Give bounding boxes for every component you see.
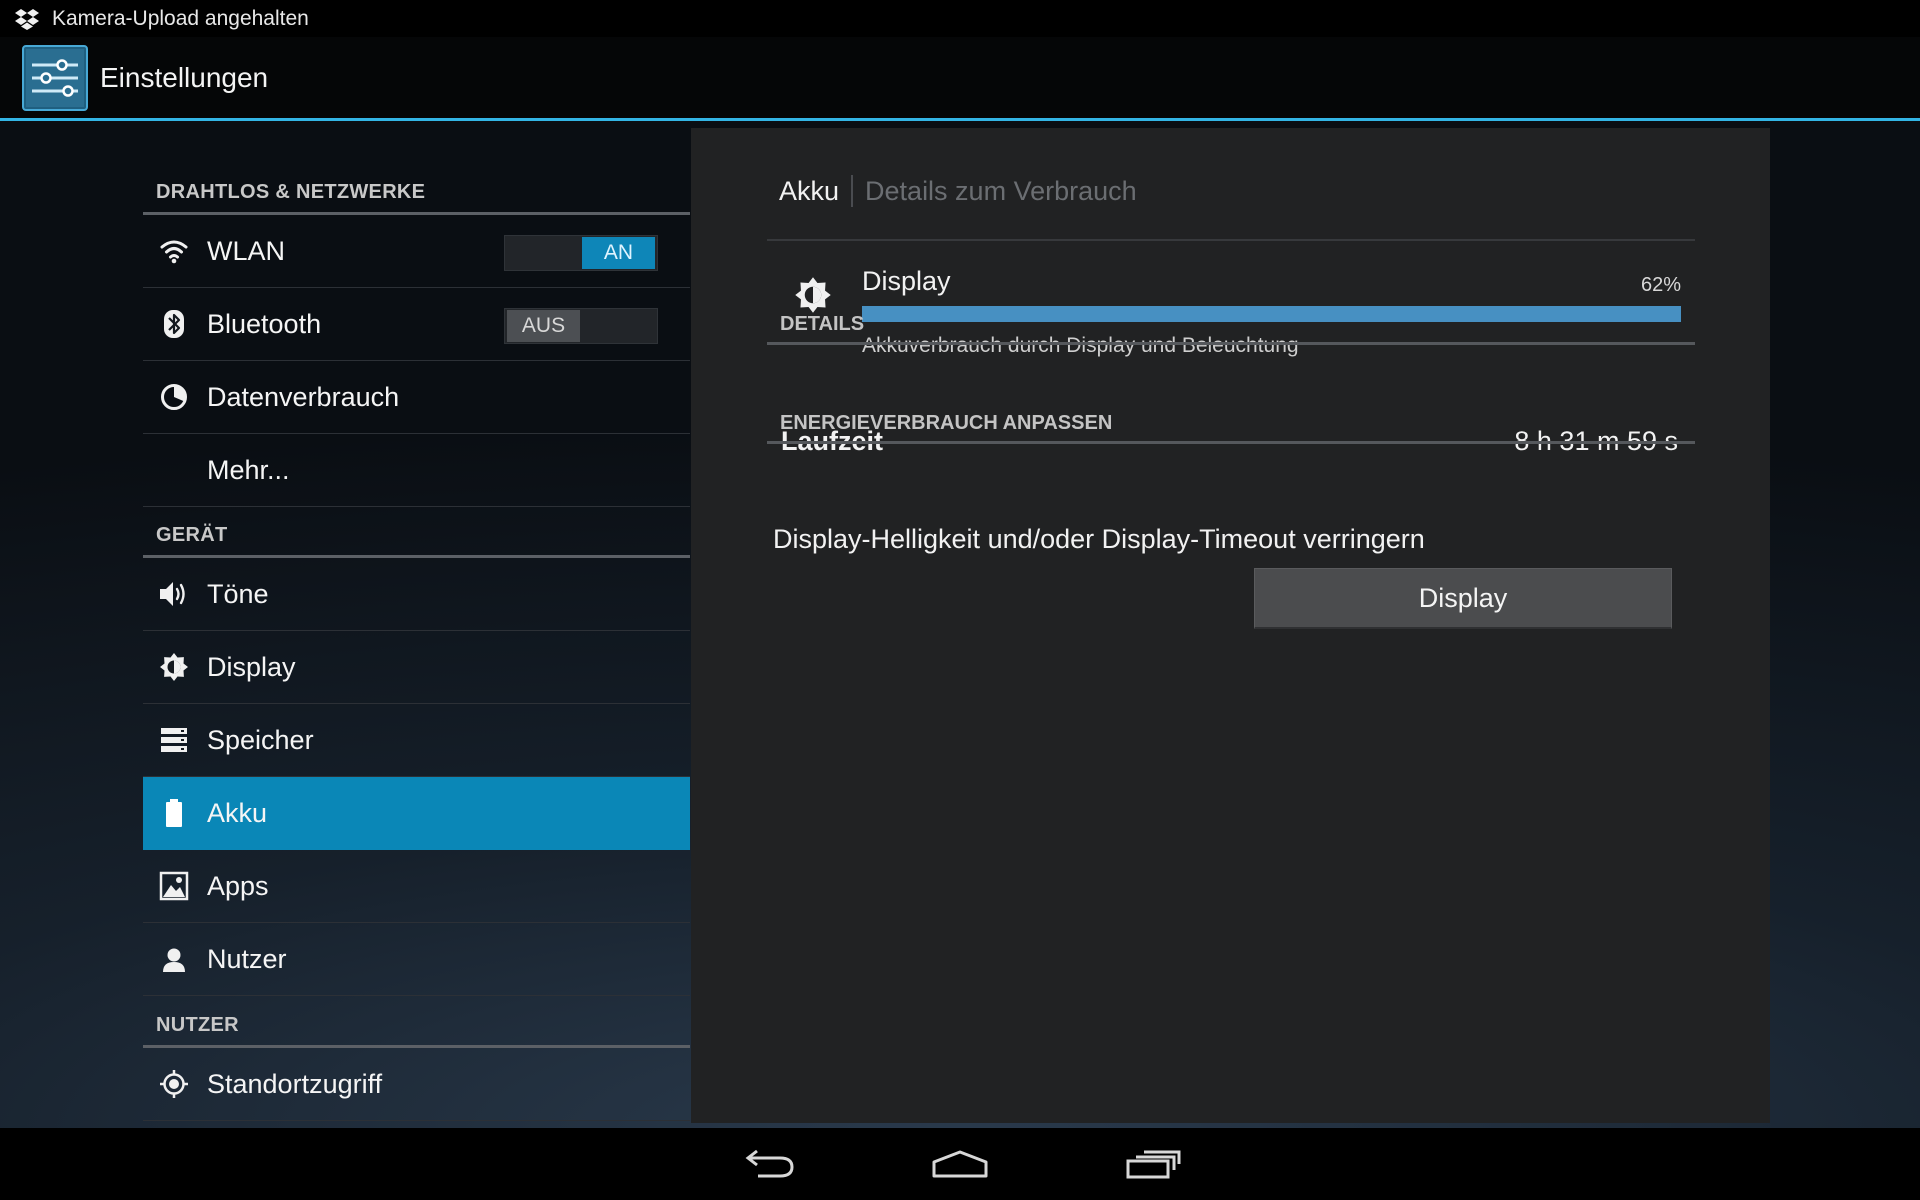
breadcrumb-usage-details: Details zum Verbrauch	[865, 175, 1137, 206]
breadcrumb-separator	[851, 175, 854, 207]
settings-item-label: Bluetooth	[207, 308, 322, 339]
settings-item-label: Display	[207, 651, 296, 682]
notification-text: Kamera-Upload angehalten	[52, 6, 309, 30]
settings-item-label: Mehr...	[207, 454, 290, 485]
settings-item-wlan[interactable]: WLAN AN	[143, 215, 690, 288]
settings-item-users[interactable]: Nutzer	[143, 923, 690, 996]
battery-detail-pane: Akku Details zum Verbrauch Display 62% A…	[691, 128, 1770, 1123]
section-header-user: NUTZER	[143, 1000, 690, 1048]
toggle-state: AN	[582, 237, 655, 269]
settings-item-label: Datenverbrauch	[207, 381, 400, 412]
status-bar: Kamera-Upload angehalten	[0, 0, 1920, 37]
settings-item-sound[interactable]: Töne	[143, 558, 690, 631]
location-icon	[157, 1067, 191, 1101]
breadcrumb-battery[interactable]: Akku	[779, 176, 839, 207]
settings-item-location[interactable]: Standortzugriff	[143, 1048, 690, 1121]
section-header-adjust: ENERGIEVERBRAUCH ANPASSEN	[767, 404, 1695, 444]
brightness-icon	[157, 650, 191, 684]
settings-item-apps[interactable]: Apps	[143, 850, 690, 923]
home-icon[interactable]	[925, 1138, 995, 1190]
settings-sliders-icon[interactable]	[22, 44, 88, 111]
settings-item-label: Töne	[207, 578, 269, 609]
back-icon[interactable]	[733, 1138, 803, 1190]
section-header-details: DETAILS	[767, 305, 1695, 345]
wifi-icon	[157, 234, 191, 268]
user-icon	[157, 942, 191, 976]
usage-item-name: Display	[862, 266, 951, 296]
breadcrumb: Akku Details zum Verbrauch	[779, 168, 1137, 214]
settings-item-label: Speicher	[207, 724, 314, 755]
settings-item-label: Apps	[207, 870, 269, 901]
display-settings-button[interactable]: Display	[1254, 568, 1672, 629]
power-tip-text: Display-Helligkeit und/oder Display-Time…	[773, 524, 1425, 554]
app-title: Einstellungen	[100, 61, 269, 93]
settings-list: DRAHTLOS & NETZWERKE WLAN AN Bluetooth A…	[143, 121, 690, 1128]
settings-item-battery[interactable]: Akku	[143, 777, 690, 850]
toggle-state: AUS	[507, 310, 580, 342]
dropbox-icon[interactable]	[14, 6, 40, 32]
usage-percent: 62%	[1640, 274, 1681, 296]
settings-item-label: Standortzugriff	[207, 1068, 383, 1099]
wlan-toggle[interactable]: AN	[504, 235, 658, 271]
divider	[767, 239, 1695, 241]
storage-icon	[157, 723, 191, 757]
settings-item-display[interactable]: Display	[143, 631, 690, 704]
settings-item-label: Nutzer	[207, 943, 287, 974]
navigation-bar	[0, 1128, 1920, 1200]
recents-icon[interactable]	[1118, 1138, 1188, 1190]
settings-item-bluetooth[interactable]: Bluetooth AUS	[143, 288, 690, 361]
section-header-device: GERÄT	[143, 510, 690, 558]
data-usage-icon	[157, 380, 191, 414]
bluetooth-icon	[157, 307, 191, 341]
bluetooth-toggle[interactable]: AUS	[504, 308, 658, 344]
settings-item-more[interactable]: Mehr...	[143, 434, 690, 507]
settings-item-data-usage[interactable]: Datenverbrauch	[143, 361, 690, 434]
settings-item-label: Akku	[207, 797, 268, 828]
settings-item-label: WLAN	[207, 235, 286, 266]
section-header-wireless: DRAHTLOS & NETZWERKE	[143, 167, 690, 215]
settings-item-storage[interactable]: Speicher	[143, 704, 690, 777]
apps-icon	[157, 869, 191, 903]
action-bar: Einstellungen	[0, 37, 1920, 121]
battery-icon	[157, 796, 191, 830]
speaker-icon	[157, 577, 191, 611]
